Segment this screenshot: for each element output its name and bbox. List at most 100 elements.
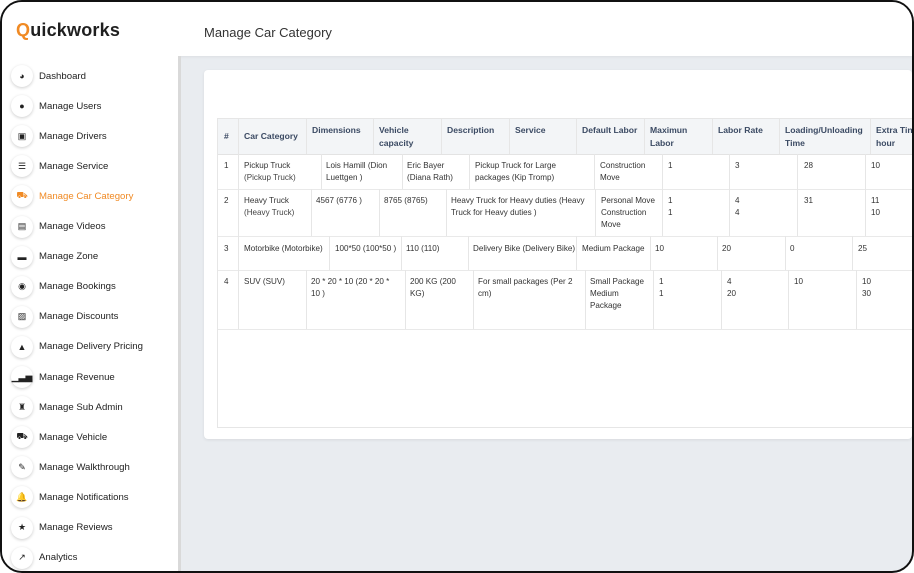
- table-row[interactable]: 1 Pickup Truck (Pickup Truck) Lois Hamill…: [218, 154, 912, 190]
- capacity-cell: Eric Bayer (Diana Rath): [407, 161, 453, 182]
- capacity-cell: 200 KG (200 KG): [410, 277, 456, 298]
- divider: [870, 119, 871, 154]
- video-icon: ▤: [11, 215, 33, 238]
- divider: [576, 236, 577, 270]
- sidebar-item-label: Manage Vehicle: [39, 431, 108, 443]
- sidebar-item-manage-revenue[interactable]: ▁▃▅ Manage Revenue: [10, 365, 115, 389]
- content-card: # Car Category Dimensions Vehicle capaci…: [204, 70, 912, 439]
- loading-cell: 28: [804, 161, 814, 170]
- divider: [865, 154, 866, 189]
- divider: [797, 189, 798, 236]
- divider: [779, 119, 780, 154]
- divider: [576, 119, 577, 154]
- divider: [785, 236, 786, 270]
- table-row[interactable]: 4 SUV (SUV) 20 * 20 * 10 (20 * 20 * 10 )…: [218, 270, 912, 330]
- category-sub: (Pickup Truck): [244, 173, 296, 182]
- sidebar-item-manage-walkthrough[interactable]: ✎ Manage Walkthrough: [10, 455, 130, 479]
- divider: [729, 154, 730, 189]
- service-cell: Small Package Medium Package: [590, 277, 644, 310]
- divider: [238, 154, 239, 189]
- divider: [595, 189, 596, 236]
- sidebar-item-manage-zone[interactable]: ▬ Manage Zone: [10, 245, 98, 269]
- sidebar-item-label: Manage Car Category: [39, 190, 134, 202]
- table-row[interactable]: 3 Motorbike (Motorbike) 100*50 (100*50 )…: [218, 236, 912, 271]
- sidebar-item-manage-car-category[interactable]: ⛟ Manage Car Category: [10, 184, 133, 208]
- max-labor-cell: 1 1: [668, 196, 673, 217]
- pricing-icon: ▲: [11, 335, 33, 358]
- loading-cell: 31: [804, 196, 814, 205]
- col-car-category: Car Category: [244, 131, 298, 141]
- divider: [721, 270, 722, 329]
- sidebar-item-manage-users[interactable]: ● Manage Users: [10, 94, 101, 118]
- description-cell: Delivery Bike (Delivery Bike): [473, 244, 576, 253]
- divider: [729, 189, 730, 236]
- divider: [788, 270, 789, 329]
- car-category-table: # Car Category Dimensions Vehicle capaci…: [217, 118, 912, 428]
- category-sub: (Heavy Truck): [244, 208, 295, 217]
- labor-rate-cell: 4 20: [727, 277, 737, 298]
- sidebar-item-manage-vehicle[interactable]: ⛟ Manage Vehicle: [10, 425, 107, 449]
- sidebar-item-label: Manage Walkthrough: [39, 461, 130, 473]
- service-cell: Personal Move Construction Move: [601, 196, 655, 229]
- max-labor-cell: 10: [655, 244, 665, 253]
- sidebar-item-manage-delivery-pricing[interactable]: ▲ Manage Delivery Pricing: [10, 335, 143, 359]
- sidebar-item-manage-bookings[interactable]: ◉ Manage Bookings: [10, 275, 116, 299]
- sidebar-item-label: Analytics: [39, 552, 78, 564]
- discount-icon: ▨: [11, 305, 33, 328]
- col-description: Description: [447, 125, 495, 135]
- row-number: 2: [224, 196, 229, 205]
- description-cell: Pickup Truck for Large packages (Kip Tro…: [475, 161, 556, 182]
- dimensions-cell: Lois Hamill (Dion Luettgen ): [326, 161, 388, 182]
- divider: [662, 154, 663, 189]
- divider: [441, 119, 442, 154]
- divider: [644, 119, 645, 154]
- divider: [446, 189, 447, 236]
- divider: [329, 236, 330, 270]
- divider: [797, 154, 798, 189]
- sub-admin-icon: ♜: [11, 396, 33, 419]
- sidebar-item-manage-videos[interactable]: ▤ Manage Videos: [10, 215, 106, 239]
- divider: [865, 189, 866, 236]
- divider: [585, 270, 586, 329]
- sidebar-item-manage-sub-admin[interactable]: ♜ Manage Sub Admin: [10, 395, 123, 419]
- divider: [311, 189, 312, 236]
- sidebar-item-analytics[interactable]: ↗ Analytics: [10, 546, 77, 570]
- top-bar: Quickworks Manage Car Category: [2, 2, 912, 56]
- table-row[interactable]: 2 Heavy Truck (Heavy Truck) 4567 (6776 ) …: [218, 189, 912, 237]
- divider: [594, 154, 595, 189]
- col-maximun-labor: Maximun Labor: [650, 125, 688, 148]
- sidebar-item-label: Manage Service: [39, 160, 109, 172]
- sidebar: ◕ Dashboard ● Manage Users ▣ Manage Drivers ☰ M…: [2, 56, 178, 571]
- sidebar-item-label: Manage Sub Admin: [39, 401, 123, 413]
- category-cell: Pickup Truck (Pickup Truck): [244, 160, 319, 184]
- extra-cell: 10: [871, 161, 881, 170]
- description-cell: For small packages (Per 2 cm): [478, 277, 573, 298]
- divider: [401, 236, 402, 270]
- extra-cell: 10 30: [862, 277, 872, 298]
- dashboard-icon: ◕: [11, 65, 33, 87]
- logo-q: Q: [16, 20, 31, 40]
- sidebar-item-manage-reviews[interactable]: ★ Manage Reviews: [10, 516, 113, 540]
- labor-rate-cell: 4 4: [735, 196, 740, 217]
- max-labor-cell: 1 1: [659, 277, 664, 298]
- star-icon: ★: [11, 516, 33, 539]
- sidebar-item-label: Manage Zone: [39, 251, 99, 263]
- labor-rate-cell: 3: [735, 161, 740, 170]
- sidebar-item-manage-discounts[interactable]: ▨ Manage Discounts: [10, 305, 118, 329]
- sidebar-scrollbar[interactable]: [178, 56, 181, 571]
- category-name: Pickup Truck: [244, 161, 291, 170]
- brand-logo[interactable]: Quickworks: [16, 20, 120, 41]
- category-cell: SUV (SUV): [244, 277, 285, 286]
- sidebar-item-manage-drivers[interactable]: ▣ Manage Drivers: [10, 124, 107, 148]
- sidebar-item-label: Manage Revenue: [39, 371, 115, 383]
- extra-cell: 11 10: [871, 196, 881, 217]
- sidebar-item-label: Manage Bookings: [39, 281, 116, 293]
- divider: [306, 119, 307, 154]
- sidebar-item-manage-notifications[interactable]: 🔔 Manage Notifications: [10, 485, 129, 509]
- description-cell: Heavy Truck for Heavy duties (Heavy Truc…: [451, 196, 585, 217]
- divider: [856, 270, 857, 329]
- sidebar-item-manage-service[interactable]: ☰ Manage Service: [10, 154, 108, 178]
- sidebar-item-dashboard[interactable]: ◕ Dashboard: [10, 64, 86, 88]
- category-cell: Heavy Truck (Heavy Truck): [244, 195, 309, 219]
- divider: [509, 119, 510, 154]
